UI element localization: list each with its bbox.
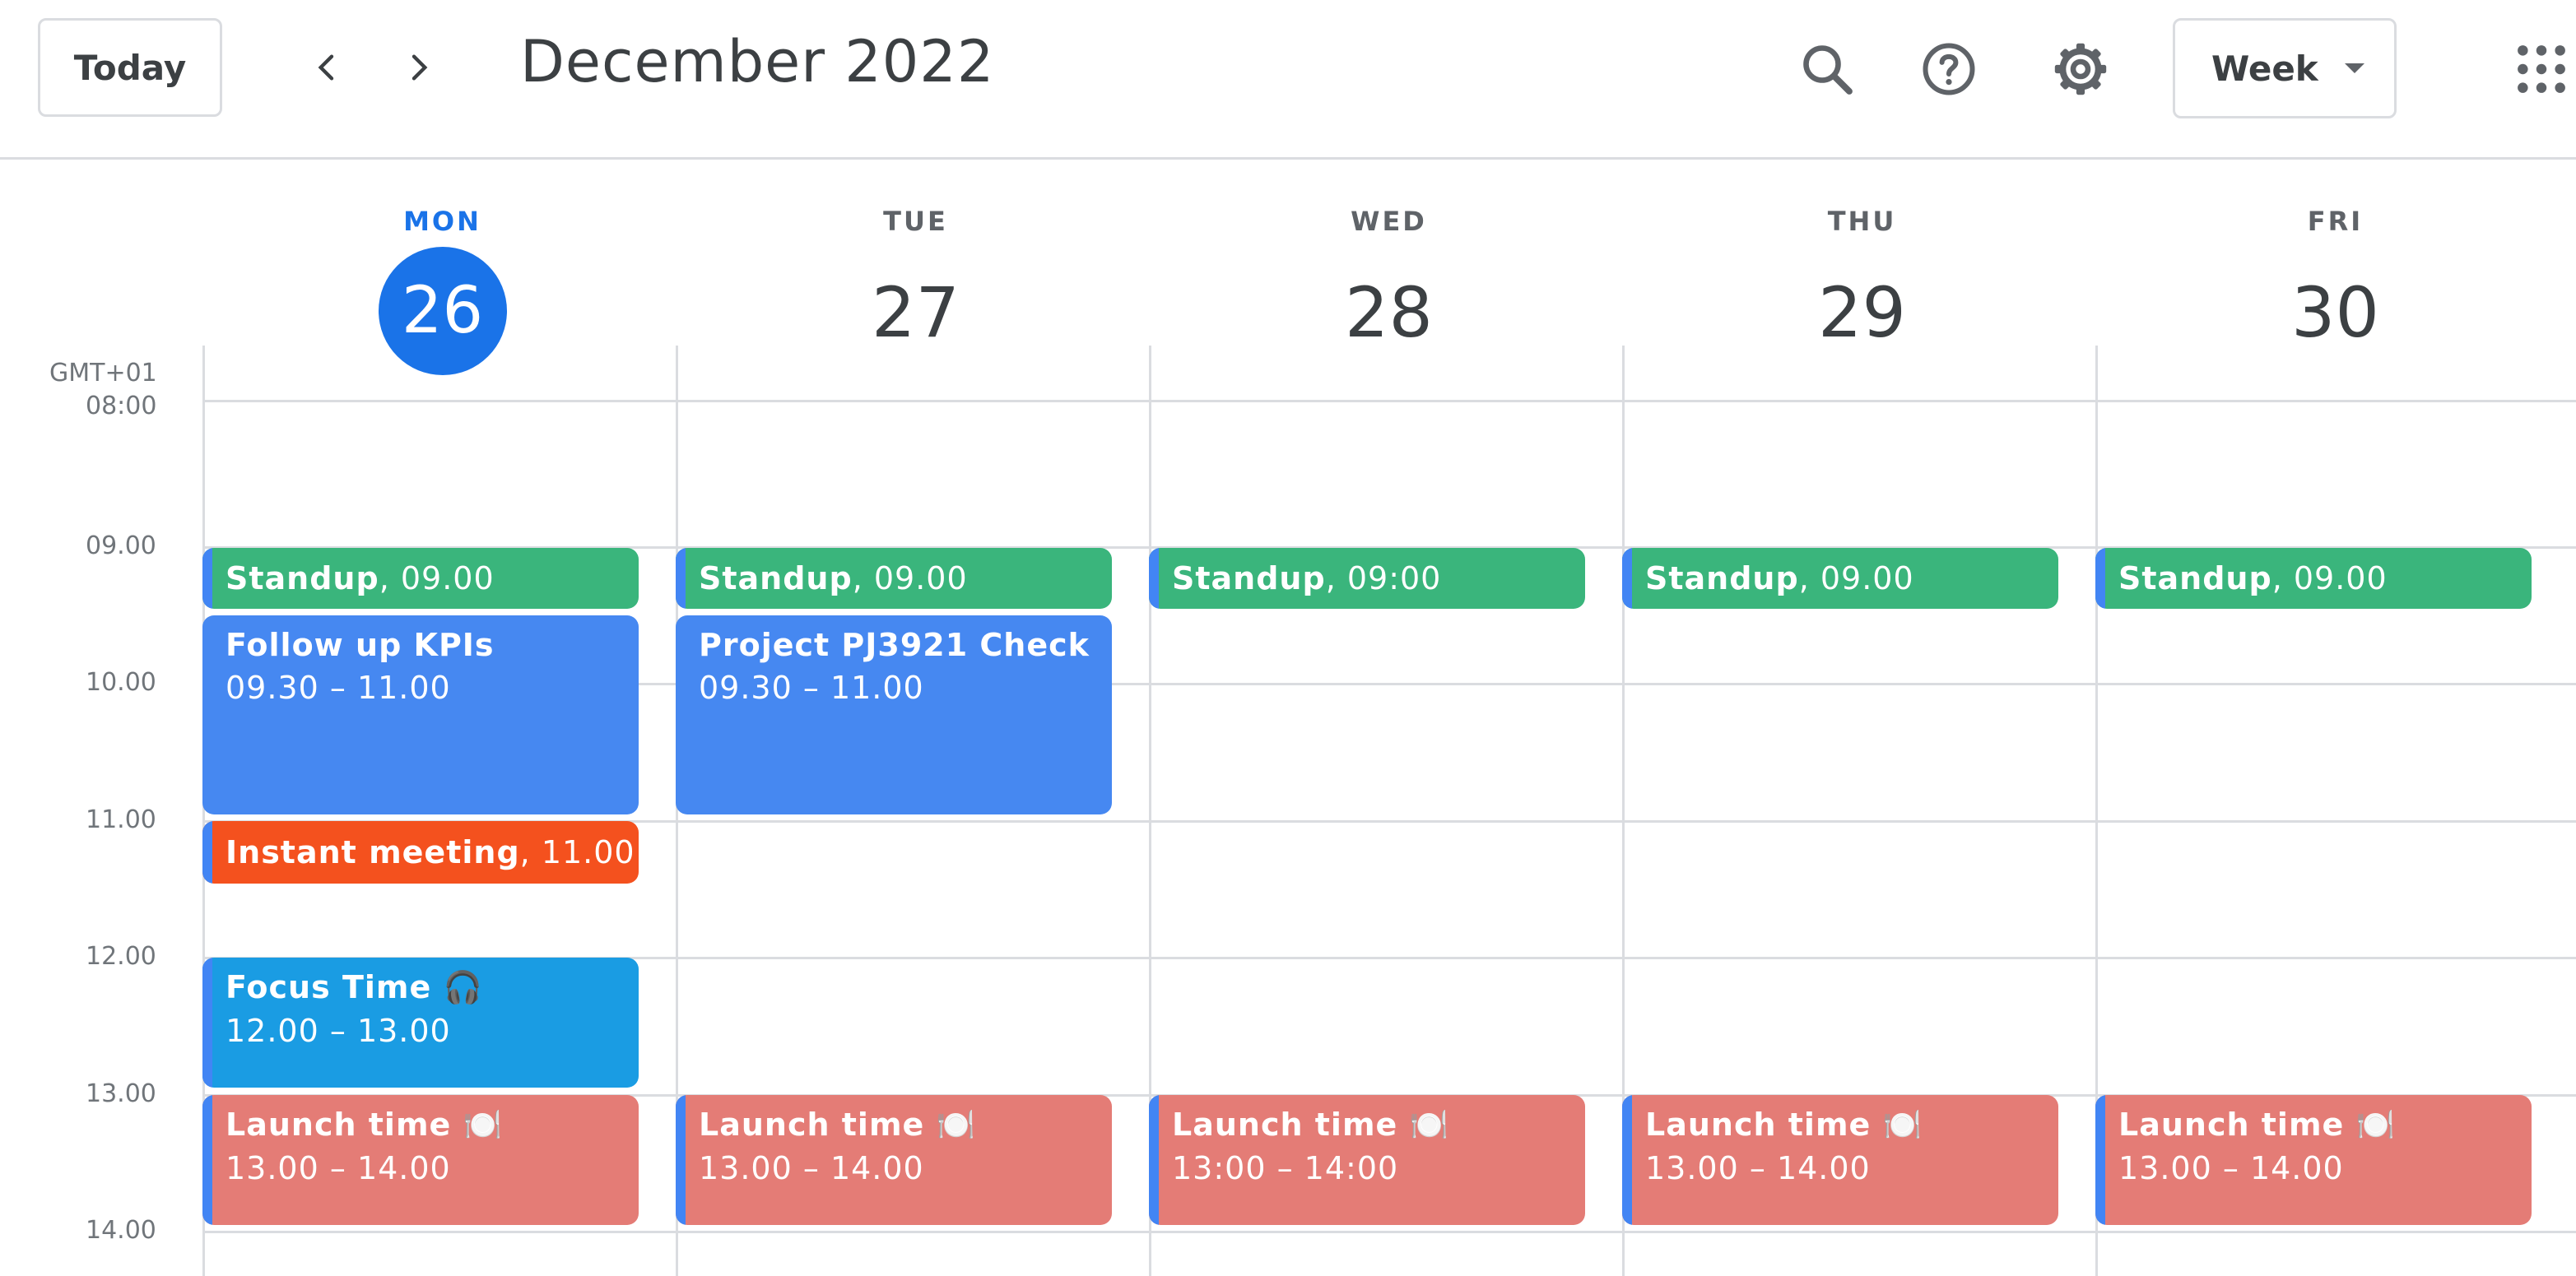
view-selector-label: Week <box>2211 48 2318 89</box>
day-name: TUE <box>883 206 948 237</box>
view-selector[interactable]: Week <box>2173 18 2397 118</box>
hour-label: 09.00 <box>86 531 156 560</box>
day-header-fri[interactable]: FRI 30 <box>2099 206 2572 377</box>
search-icon <box>1803 45 1853 95</box>
day-number[interactable]: 27 <box>852 248 980 377</box>
chevron-right-icon <box>412 54 428 81</box>
timezone-label: GMT+01 <box>49 359 157 387</box>
grid-line <box>202 400 2576 402</box>
event-title: Standup <box>2118 560 2272 596</box>
event-time: , 09:00 <box>1325 560 1442 596</box>
previous-week-button[interactable] <box>295 35 360 100</box>
grid-line <box>202 1231 2576 1233</box>
help-button[interactable] <box>1909 30 1988 109</box>
month-title: December 2022 <box>520 28 995 95</box>
event-lunch-mon[interactable]: Launch time 🍽️ 13.00 – 14.00 <box>202 1095 639 1225</box>
event-time: , 09.00 <box>2271 560 2388 596</box>
day-header-wed[interactable]: WED 28 <box>1152 206 1625 377</box>
event-follow-up-kpis[interactable]: Follow up KPIs 09.30 – 11.00 <box>202 615 639 814</box>
event-time: 09.30 – 11.00 <box>226 670 451 706</box>
calendar-color-stripe <box>676 548 686 609</box>
next-week-button[interactable] <box>385 35 451 100</box>
event-title: Follow up KPIs <box>226 627 495 663</box>
event-title: Launch time 🍽️ <box>699 1107 976 1143</box>
search-button[interactable] <box>1788 30 1867 109</box>
event-time: 09.30 – 11.00 <box>699 670 924 706</box>
event-title: Launch time 🍽️ <box>1172 1107 1449 1143</box>
calendar-color-stripe <box>202 821 212 884</box>
event-title: Standup <box>699 560 853 596</box>
calendar-color-stripe <box>2095 1095 2105 1225</box>
event-title: Standup <box>1645 560 1799 596</box>
event-standup-tue[interactable]: Standup, 09.00 <box>676 548 1112 609</box>
event-title: Focus Time 🎧 <box>226 969 483 1005</box>
help-icon <box>1923 43 1975 95</box>
today-button[interactable]: Today <box>38 18 222 117</box>
chevron-left-icon <box>318 54 334 81</box>
event-project-check[interactable]: Project PJ3921 Check 09.30 – 11.00 <box>676 615 1112 814</box>
calendar-color-stripe <box>676 1095 686 1225</box>
event-instant-meeting[interactable]: Instant meeting, 11.00 <box>202 821 639 884</box>
calendar-color-stripe <box>1622 548 1632 609</box>
day-number[interactable]: 29 <box>1798 248 1927 377</box>
event-standup-mon[interactable]: Standup, 09.00 <box>202 548 639 609</box>
day-header-thu[interactable]: THU 29 <box>1625 206 2099 377</box>
event-title: Launch time 🍽️ <box>1645 1107 1923 1143</box>
gear-icon <box>2054 43 2107 95</box>
event-focus-time[interactable]: Focus Time 🎧 12.00 – 13.00 <box>202 958 639 1088</box>
hour-label: 13.00 <box>86 1079 156 1108</box>
event-title: Standup <box>226 560 379 596</box>
day-number-today[interactable]: 26 <box>378 247 507 375</box>
hour-label: 14.00 <box>86 1216 156 1245</box>
event-lunch-wed[interactable]: Launch time 🍽️ 13:00 – 14:00 <box>1149 1095 1585 1225</box>
event-title: Launch time 🍽️ <box>2118 1107 2396 1143</box>
event-standup-thu[interactable]: Standup, 09.00 <box>1622 548 2058 609</box>
day-number[interactable]: 28 <box>1325 248 1453 377</box>
calendar-color-stripe <box>202 548 212 609</box>
calendar-color-stripe <box>2095 548 2105 609</box>
event-time: 13.00 – 14.00 <box>1645 1150 1871 1186</box>
event-time: 13.00 – 14.00 <box>2118 1150 2344 1186</box>
day-name: MON <box>403 206 481 237</box>
day-header-tue[interactable]: TUE 27 <box>679 206 1152 377</box>
event-time: 13.00 – 14.00 <box>226 1150 451 1186</box>
event-time: , 09.00 <box>1798 560 1914 596</box>
settings-button[interactable] <box>2041 30 2120 109</box>
event-time: , 11.00 <box>519 834 635 870</box>
day-name: THU <box>1827 206 1897 237</box>
hour-label: 12.00 <box>86 942 156 971</box>
top-bar: Today December 2022 Week <box>0 0 2576 160</box>
event-lunch-tue[interactable]: Launch time 🍽️ 13.00 – 14.00 <box>676 1095 1112 1225</box>
event-time: , 09.00 <box>379 560 495 596</box>
event-time: , 09.00 <box>852 560 968 596</box>
apps-grid-icon[interactable] <box>2513 41 2569 97</box>
event-lunch-thu[interactable]: Launch time 🍽️ 13.00 – 14.00 <box>1622 1095 2058 1225</box>
event-standup-fri[interactable]: Standup, 09.00 <box>2095 548 2532 609</box>
day-name: FRI <box>2307 206 2364 237</box>
hour-label: 11.00 <box>86 805 156 834</box>
day-number[interactable]: 30 <box>2271 248 2400 377</box>
day-name: WED <box>1351 206 1427 237</box>
calendar-color-stripe <box>1149 1095 1159 1225</box>
event-title: Launch time 🍽️ <box>226 1107 503 1143</box>
calendar-color-stripe <box>202 1095 212 1225</box>
calendar-color-stripe <box>1149 548 1159 609</box>
event-time: 13:00 – 14:00 <box>1172 1150 1399 1186</box>
event-time: 12.00 – 13.00 <box>226 1013 451 1049</box>
event-title: Standup <box>1172 560 1326 596</box>
event-title: Instant meeting <box>226 834 520 870</box>
calendar-color-stripe <box>1622 1095 1632 1225</box>
dropdown-caret-icon <box>2345 63 2364 73</box>
calendar-color-stripe <box>202 958 212 1088</box>
hour-label: 08:00 <box>86 392 157 420</box>
hour-label: 10.00 <box>86 668 156 697</box>
event-lunch-fri[interactable]: Launch time 🍽️ 13.00 – 14.00 <box>2095 1095 2532 1225</box>
event-time: 13.00 – 14.00 <box>699 1150 924 1186</box>
event-title: Project PJ3921 Check <box>699 627 1090 663</box>
event-standup-wed[interactable]: Standup, 09:00 <box>1149 548 1585 609</box>
day-header-mon[interactable]: MON 26 <box>206 206 679 375</box>
